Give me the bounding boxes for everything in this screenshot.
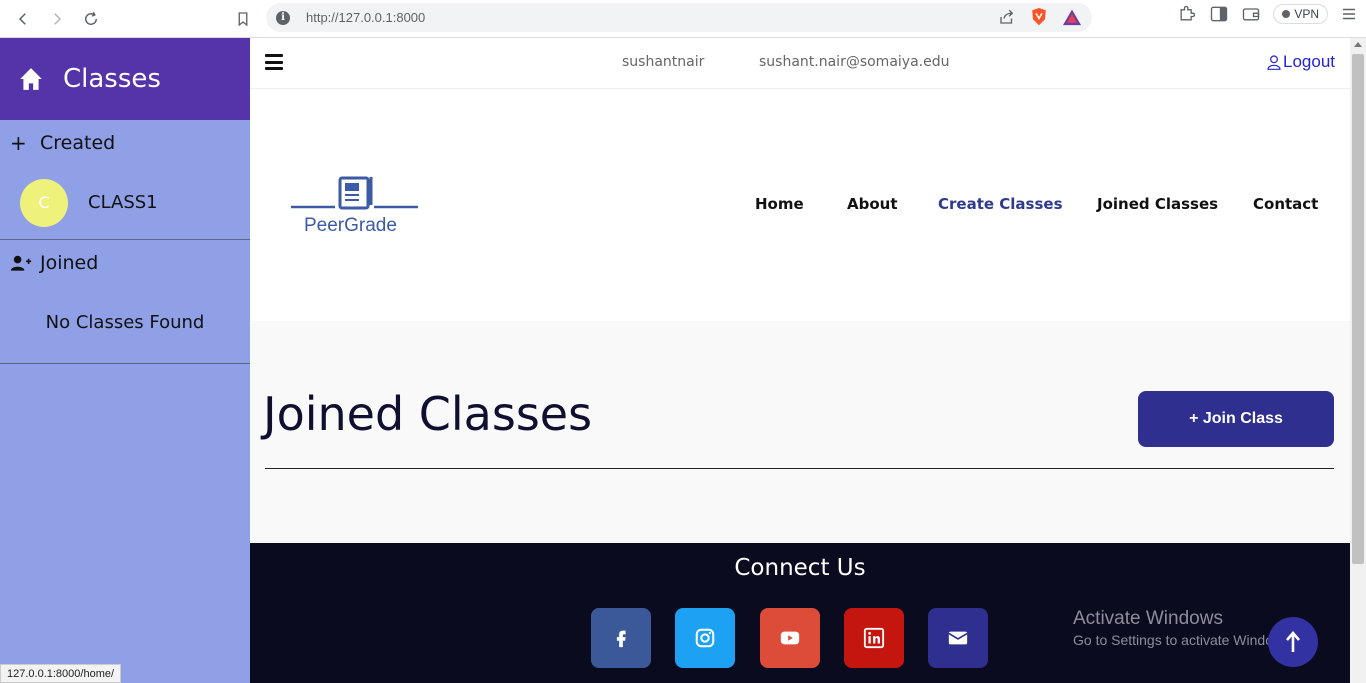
brave-shield-icon[interactable]	[1030, 7, 1048, 27]
sidebar-header[interactable]: Classes	[0, 38, 250, 120]
address-bar[interactable]: i http://127.0.0.1:8000	[266, 3, 1092, 32]
facebook-icon	[616, 630, 626, 648]
instagram-icon	[695, 628, 715, 648]
main-content: sushantnair sushant.nair@somaiya.edu Log…	[250, 38, 1350, 683]
reload-icon[interactable]	[74, 2, 108, 36]
nav-home[interactable]: Home	[755, 195, 804, 213]
nav-contact[interactable]: Contact	[1253, 195, 1318, 213]
nav-joined-classes[interactable]: Joined Classes	[1097, 195, 1218, 213]
bookmark-icon[interactable]	[226, 2, 260, 36]
class-avatar: C	[20, 178, 68, 227]
user-plus-icon	[10, 254, 32, 272]
user-email: sushant.nair@somaiya.edu	[759, 54, 950, 70]
site-header: PeerGrade Home About Create Classes Join…	[250, 89, 1350, 321]
brave-rewards-icon[interactable]	[1062, 8, 1082, 26]
user-icon	[1267, 55, 1281, 70]
youtube-button[interactable]	[760, 608, 820, 668]
url-text[interactable]: http://127.0.0.1:8000	[306, 10, 425, 25]
username: sushantnair	[622, 54, 705, 70]
home-icon	[20, 68, 42, 90]
divider	[265, 468, 1334, 469]
top-bar: sushantnair sushant.nair@somaiya.edu Log…	[250, 38, 1350, 89]
class-name: CLASS1	[88, 192, 158, 213]
logout-label: Logout	[1283, 52, 1335, 71]
created-label: Created	[40, 132, 116, 154]
plus-icon: +	[10, 131, 27, 155]
logo-text[interactable]: PeerGrade	[304, 215, 397, 237]
back-icon[interactable]	[6, 2, 40, 36]
page-title: Joined Classes	[263, 387, 593, 441]
sidebar: Classes + Created C CLASS1 Joined No Cla…	[0, 38, 250, 683]
browser-menu-icon[interactable]	[1340, 5, 1358, 23]
linkedin-button[interactable]	[844, 608, 904, 668]
watermark-subtitle: Go to Settings to activate Windows.	[1073, 632, 1294, 648]
scroll-up-arrow-icon[interactable]	[1354, 42, 1362, 47]
linkedin-icon	[863, 627, 885, 649]
email-button[interactable]	[928, 608, 988, 668]
sidebar-title: Classes	[63, 64, 161, 94]
back-to-top-button[interactable]	[1268, 617, 1318, 667]
logout-link[interactable]: Logout	[1266, 52, 1335, 72]
vpn-status-icon	[1282, 10, 1291, 18]
no-classes-message: No Classes Found	[0, 286, 250, 364]
share-icon[interactable]	[998, 8, 1016, 26]
browser-toolbar: i http://127.0.0.1:8000 VPN	[0, 0, 1366, 38]
nav-about[interactable]: About	[847, 195, 898, 213]
email-icon	[948, 631, 968, 645]
facebook-button[interactable]	[591, 608, 651, 668]
arrow-up-icon	[1286, 631, 1300, 652]
footer-title: Connect Us	[734, 555, 866, 581]
youtube-icon	[780, 631, 800, 645]
created-section-label: + Created	[0, 120, 250, 166]
vpn-label: VPN	[1294, 7, 1319, 21]
forward-icon[interactable]	[40, 2, 74, 36]
status-bar-url: 127.0.0.1:8000/home/	[0, 664, 122, 683]
joined-label: Joined	[40, 252, 99, 274]
sidebar-toggle-icon[interactable]	[1209, 4, 1229, 24]
extensions-icon[interactable]	[1177, 4, 1197, 24]
nav-create-classes[interactable]: Create Classes	[938, 195, 1063, 213]
windows-activation-watermark: Activate Windows Go to Settings to activ…	[1073, 608, 1294, 648]
watermark-title: Activate Windows	[1073, 608, 1223, 629]
instagram-button[interactable]	[675, 608, 735, 668]
vpn-button[interactable]: VPN	[1273, 4, 1328, 24]
site-info-icon[interactable]: i	[276, 10, 290, 25]
class-list-item[interactable]: C CLASS1	[0, 166, 250, 240]
join-class-button[interactable]: + Join Class	[1138, 391, 1334, 447]
hero-section: Joined Classes + Join Class	[250, 321, 1350, 543]
scrollbar-thumb[interactable]	[1352, 54, 1364, 564]
joined-section-label: Joined	[0, 240, 250, 286]
page-scrollbar[interactable]	[1350, 38, 1366, 683]
hamburger-menu-icon[interactable]	[265, 54, 283, 70]
wallet-icon[interactable]	[1241, 4, 1261, 24]
